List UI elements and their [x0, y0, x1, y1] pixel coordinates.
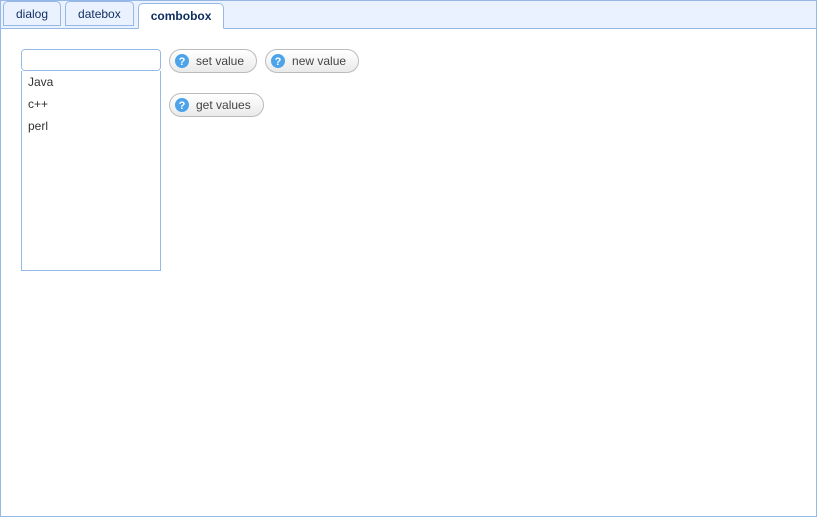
tabs-panel: dialog datebox combobox Java c++ perl: [0, 0, 817, 517]
svg-text:?: ?: [179, 100, 186, 112]
tab-combobox[interactable]: combobox: [138, 3, 225, 29]
combobox-input[interactable]: [22, 50, 161, 70]
help-icon: ?: [174, 97, 190, 113]
combobox-dropdown[interactable]: Java c++ perl: [21, 71, 161, 271]
button-area: ? set value ? new value ?: [169, 49, 359, 117]
help-icon: ?: [270, 53, 286, 69]
svg-text:?: ?: [179, 56, 186, 68]
tab-dialog[interactable]: dialog: [3, 1, 61, 26]
tab-datebox[interactable]: datebox: [65, 1, 134, 26]
tab-content-combobox: Java c++ perl ? set value ?: [1, 29, 816, 137]
combobox-option[interactable]: c++: [22, 93, 160, 115]
combobox-option[interactable]: perl: [22, 115, 160, 137]
button-label: get values: [196, 98, 251, 112]
button-label: set value: [196, 54, 244, 68]
new-value-button[interactable]: ? new value: [265, 49, 359, 73]
get-values-button[interactable]: ? get values: [169, 93, 264, 117]
combobox-wrapper: Java c++ perl: [21, 49, 161, 71]
tabs-header: dialog datebox combobox: [1, 1, 816, 29]
combobox-option[interactable]: Java: [22, 71, 160, 93]
set-value-button[interactable]: ? set value: [169, 49, 257, 73]
help-icon: ?: [174, 53, 190, 69]
combobox[interactable]: [21, 49, 161, 71]
button-label: new value: [292, 54, 346, 68]
svg-text:?: ?: [275, 56, 282, 68]
